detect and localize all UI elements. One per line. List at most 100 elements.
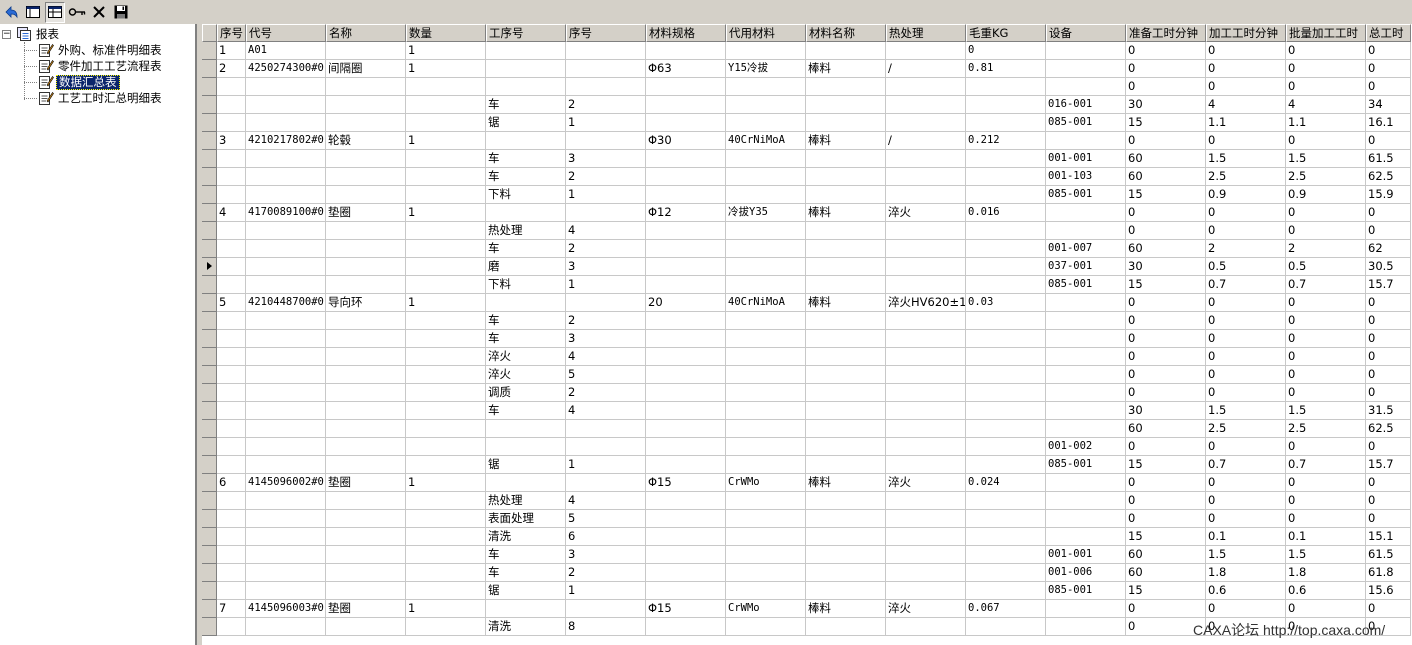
table-cell[interactable]: 0	[1126, 294, 1206, 312]
table-cell[interactable]	[886, 258, 966, 276]
table-row[interactable]: 车 2 001-103 60 2.5 2.5 62.5	[202, 168, 1412, 186]
table-cell[interactable]	[1046, 510, 1126, 528]
table-cell[interactable]: 锯	[486, 582, 566, 600]
table-row[interactable]: 清洗 6 15 0.1 0.1 15.1	[202, 528, 1412, 546]
table-cell[interactable]	[326, 510, 406, 528]
table-cell[interactable]	[406, 564, 486, 582]
table-cell[interactable]	[806, 492, 886, 510]
table-cell[interactable]: 61.5	[1366, 546, 1411, 564]
table-cell[interactable]: 0	[1126, 492, 1206, 510]
table-cell[interactable]	[886, 276, 966, 294]
table-cell[interactable]	[966, 168, 1046, 186]
table-cell[interactable]: 0	[1286, 78, 1366, 96]
table-cell[interactable]: 2	[566, 240, 646, 258]
column-header[interactable]: 材料名称	[806, 24, 886, 42]
table-cell[interactable]	[646, 114, 726, 132]
table-cell[interactable]	[806, 582, 886, 600]
table-cell[interactable]: 0	[1366, 132, 1411, 150]
tree-item[interactable]: 外购、标准件明细表	[24, 42, 164, 58]
table-cell[interactable]	[966, 330, 1046, 348]
table-cell[interactable]: 1	[406, 132, 486, 150]
table-cell[interactable]: 4250274300#0	[246, 60, 326, 78]
table-cell[interactable]	[726, 312, 806, 330]
table-cell[interactable]: CrWMo	[726, 474, 806, 492]
table-cell[interactable]: 4145096002#0	[246, 474, 326, 492]
table-cell[interactable]: Y15冷拔	[726, 60, 806, 78]
row-indicator[interactable]	[202, 60, 217, 78]
table-cell[interactable]: 下料	[486, 276, 566, 294]
table-cell[interactable]	[406, 312, 486, 330]
table-cell[interactable]: 车	[486, 168, 566, 186]
table-cell[interactable]	[646, 366, 726, 384]
column-header[interactable]: 序号	[217, 24, 246, 42]
table-cell[interactable]: 0.7	[1206, 276, 1286, 294]
table-cell[interactable]	[806, 150, 886, 168]
table-cell[interactable]	[246, 420, 326, 438]
row-indicator[interactable]	[202, 276, 217, 294]
table-cell[interactable]: 棒料	[806, 60, 886, 78]
table-cell[interactable]	[217, 528, 246, 546]
table-cell[interactable]: 085-001	[1046, 582, 1126, 600]
table-cell[interactable]: 0.5	[1206, 258, 1286, 276]
table-cell[interactable]	[406, 168, 486, 186]
table-cell[interactable]	[1046, 402, 1126, 420]
table-cell[interactable]	[326, 258, 406, 276]
table-cell[interactable]: 0	[1366, 330, 1411, 348]
table-cell[interactable]: 车	[486, 96, 566, 114]
table-cell[interactable]	[406, 510, 486, 528]
table-cell[interactable]	[646, 564, 726, 582]
table-cell[interactable]: 1.1	[1286, 114, 1366, 132]
table-cell[interactable]	[726, 348, 806, 366]
row-indicator[interactable]	[202, 456, 217, 474]
table-cell[interactable]: 0.1	[1206, 528, 1286, 546]
table-cell[interactable]	[886, 114, 966, 132]
table-cell[interactable]: 001-006	[1046, 564, 1126, 582]
row-indicator[interactable]	[202, 294, 217, 312]
table-cell[interactable]: 5	[566, 510, 646, 528]
table-cell[interactable]	[406, 96, 486, 114]
table-cell[interactable]	[1046, 312, 1126, 330]
table-cell[interactable]: 0	[1366, 474, 1411, 492]
table-cell[interactable]: 0	[1286, 222, 1366, 240]
table-cell[interactable]	[246, 348, 326, 366]
row-indicator[interactable]	[202, 222, 217, 240]
table-cell[interactable]: 6	[566, 528, 646, 546]
table-cell[interactable]	[217, 420, 246, 438]
table-cell[interactable]: 0	[1286, 60, 1366, 78]
table-cell[interactable]	[246, 546, 326, 564]
table-cell[interactable]: 60	[1126, 168, 1206, 186]
table-cell[interactable]: 0	[1366, 294, 1411, 312]
table-cell[interactable]: 2.5	[1206, 420, 1286, 438]
table-cell[interactable]	[806, 384, 886, 402]
table-cell[interactable]	[1046, 384, 1126, 402]
table-cell[interactable]	[806, 96, 886, 114]
table-cell[interactable]: 间隔圈	[326, 60, 406, 78]
table-cell[interactable]: 1	[566, 276, 646, 294]
column-header[interactable]: 批量加工工时	[1286, 24, 1366, 42]
table-cell[interactable]	[966, 276, 1046, 294]
table-cell[interactable]: 1.8	[1206, 564, 1286, 582]
table-row[interactable]: 调质 2 0 0 0 0	[202, 384, 1412, 402]
table-cell[interactable]: 8	[566, 618, 646, 636]
table-cell[interactable]	[566, 42, 646, 60]
table-cell[interactable]	[1046, 222, 1126, 240]
table-cell[interactable]	[726, 78, 806, 96]
table-cell[interactable]	[246, 402, 326, 420]
table-cell[interactable]	[486, 204, 566, 222]
table-cell[interactable]: 0	[1286, 294, 1366, 312]
table-cell[interactable]: 0	[1286, 366, 1366, 384]
table-cell[interactable]: 0	[1206, 492, 1286, 510]
table-cell[interactable]	[646, 96, 726, 114]
table-cell[interactable]	[726, 564, 806, 582]
table-cell[interactable]: 1	[406, 42, 486, 60]
table-cell[interactable]	[246, 528, 326, 546]
table-cell[interactable]	[406, 240, 486, 258]
table-cell[interactable]: Φ63	[646, 60, 726, 78]
table-cell[interactable]: 0.6	[1206, 582, 1286, 600]
table-cell[interactable]	[566, 600, 646, 618]
row-indicator[interactable]	[202, 366, 217, 384]
table-cell[interactable]	[406, 438, 486, 456]
table-cell[interactable]: 2.5	[1206, 168, 1286, 186]
table-cell[interactable]: 淬火	[486, 366, 566, 384]
table-cell[interactable]: 垫圈	[326, 600, 406, 618]
